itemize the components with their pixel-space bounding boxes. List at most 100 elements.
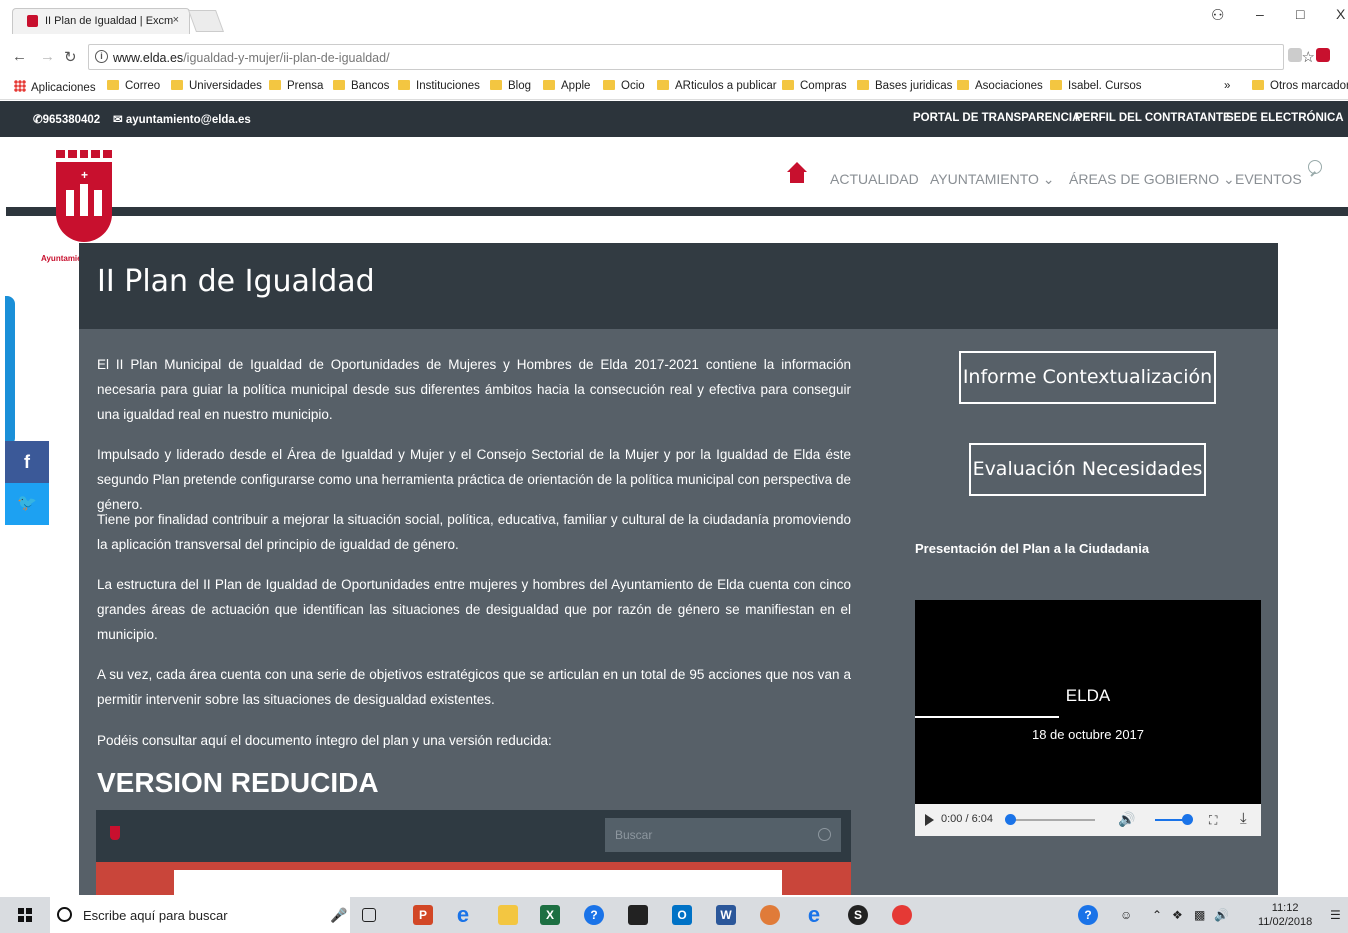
site-top-bar: ✆965380402 ✉ ayuntamiento@elda.es PORTAL… <box>0 101 1348 137</box>
home-icon[interactable] <box>787 162 807 184</box>
browser-tab[interactable]: II Plan de Igualdad | Excm × <box>12 8 190 34</box>
nav-areas-gobierno[interactable]: ÁREAS DE GOBIERNO ⌄ <box>1069 171 1235 188</box>
video-progress-handle[interactable] <box>1005 814 1016 825</box>
e-office-link[interactable]: SEDE ELECTRÓNICA <box>1226 112 1344 124</box>
microphone-icon[interactable]: 🎤 <box>330 907 347 924</box>
bookmark-item[interactable]: Correo <box>107 80 160 92</box>
email-link[interactable]: ✉ ayuntamiento@elda.es <box>113 112 251 126</box>
notifications-icon[interactable]: ☰ <box>1330 908 1341 922</box>
outlook-icon[interactable]: O <box>672 905 692 925</box>
informe-contextualizacion-button[interactable]: Informe Contextualización <box>959 351 1216 404</box>
bookmark-item[interactable]: Ocio <box>603 80 645 92</box>
other-bookmarks[interactable]: Otros marcadores <box>1252 80 1348 92</box>
browser-toolbar: ← → ↻ i www.elda.es/igualdad-y-mujer/ii-… <box>0 40 1348 74</box>
excel-icon[interactable]: X <box>540 905 560 925</box>
edge-icon[interactable]: e <box>453 904 473 926</box>
volume-icon[interactable]: 🔊 <box>1118 811 1135 828</box>
transparency-portal-link[interactable]: PORTAL DE TRANSPARENCIA <box>913 112 1080 124</box>
video-time: 0:00 / 6:04 <box>941 813 993 825</box>
paragraph: Podéis consultar aquí el documento ínteg… <box>97 733 552 748</box>
help-tray-icon[interactable]: ? <box>1078 905 1098 925</box>
back-icon[interactable]: ← <box>12 48 27 65</box>
viewer-search-icon[interactable] <box>818 828 831 841</box>
bookmark-apps[interactable]: Aplicaciones <box>14 80 96 94</box>
contractor-profile-link[interactable]: PERFIL DEL CONTRATANTE <box>1075 112 1231 124</box>
browser-tabstrip: II Plan de Igualdad | Excm × ⚇ – □ X <box>0 0 1348 40</box>
viewer-search-input[interactable]: Buscar <box>605 818 841 852</box>
tab-title: II Plan de Igualdad | Excm <box>45 15 174 27</box>
twitter-share-button[interactable]: 🐦 <box>5 483 49 525</box>
windows-start-icon[interactable] <box>18 908 32 922</box>
video-player[interactable]: ELDA 18 de octubre 2017 0:00 / 6:04 🔊 ⛶ … <box>915 600 1261 836</box>
maximize-button[interactable]: □ <box>1296 6 1304 22</box>
bookmark-item[interactable]: Compras <box>782 80 847 92</box>
document-viewer[interactable]: Buscar <box>96 810 851 895</box>
logo-shield-icon: + <box>56 162 112 242</box>
help-icon[interactable]: ? <box>584 905 604 925</box>
bookmark-item[interactable]: Prensa <box>269 80 323 92</box>
volume-handle[interactable] <box>1182 814 1193 825</box>
share-toggle-tab[interactable] <box>5 296 15 446</box>
address-bar[interactable]: i www.elda.es/igualdad-y-mujer/ii-plan-d… <box>88 44 1315 70</box>
bookmark-item[interactable]: Universidades <box>171 80 262 92</box>
fullscreen-icon[interactable]: ⛶ <box>1209 813 1217 828</box>
folder-icon <box>107 80 119 90</box>
play-icon[interactable] <box>925 814 934 826</box>
bookmark-item[interactable]: Bancos <box>333 80 389 92</box>
site-logo[interactable]: + <box>56 150 112 245</box>
network-icon[interactable]: ▩ <box>1194 908 1205 922</box>
skype-icon[interactable]: S <box>848 905 868 925</box>
file-explorer-icon[interactable] <box>498 905 518 925</box>
tray-overflow-icon[interactable]: ⌃ <box>1152 908 1162 922</box>
folder-icon <box>1050 80 1062 90</box>
extension-shield-icon[interactable] <box>1316 48 1330 62</box>
bookmark-item[interactable]: Isabel. Cursos <box>1050 80 1142 92</box>
close-window-button[interactable]: X <box>1336 6 1345 22</box>
facebook-share-button[interactable]: f <box>5 441 49 483</box>
store-icon[interactable] <box>628 905 648 925</box>
powerpoint-icon[interactable]: P <box>413 905 433 925</box>
bookmark-item[interactable]: Blog <box>490 80 531 92</box>
video-title: ELDA <box>1065 686 1111 705</box>
bookmark-item[interactable]: ARticulos a publicar <box>657 80 777 92</box>
folder-icon <box>957 80 969 90</box>
volume-tray-icon[interactable]: 🔊 <box>1214 908 1229 922</box>
reload-icon[interactable]: ↻ <box>64 48 77 66</box>
bookmark-item[interactable]: Bases juridicas <box>857 80 952 92</box>
bookmark-item[interactable]: Instituciones <box>398 80 480 92</box>
nav-eventos[interactable]: EVENTOS <box>1235 171 1302 187</box>
chrome-icon[interactable] <box>892 905 912 925</box>
info-icon[interactable]: i <box>95 50 108 63</box>
taskbar-search-input[interactable]: Escribe aquí para buscar 🎤 <box>50 897 350 933</box>
bookmark-item[interactable]: Apple <box>543 80 590 92</box>
phone-link[interactable]: ✆965380402 <box>33 112 100 126</box>
video-caption: Presentación del Plan a la Ciudadania <box>915 541 1150 556</box>
search-icon[interactable] <box>1308 160 1322 174</box>
word-icon[interactable]: W <box>716 905 736 925</box>
paint-icon[interactable] <box>760 905 780 925</box>
paragraph: La estructura del II Plan de Igualdad de… <box>97 577 851 642</box>
minimize-button[interactable]: – <box>1256 6 1264 22</box>
tab-close-icon[interactable]: × <box>173 14 179 26</box>
download-icon[interactable]: ⤓ <box>1240 810 1247 827</box>
nav-ayuntamiento[interactable]: AYUNTAMIENTO ⌄ <box>930 171 1055 188</box>
task-view-icon[interactable] <box>362 908 376 922</box>
header-divider <box>6 207 1348 216</box>
people-icon[interactable]: ☺ <box>1120 908 1132 922</box>
new-tab-button[interactable] <box>187 10 225 32</box>
video-progress-bar[interactable] <box>1009 819 1095 821</box>
system-clock[interactable]: 11:12 11/02/2018 <box>1258 901 1312 929</box>
extension-icon[interactable] <box>1288 48 1302 62</box>
evaluacion-necesidades-button[interactable]: Evaluación Necesidades <box>969 443 1206 496</box>
forward-icon[interactable]: → <box>40 48 55 65</box>
video-title-underline <box>915 716 1059 718</box>
bookmark-star-icon[interactable]: ☆ <box>1302 48 1315 66</box>
bookmarks-overflow-button[interactable]: » <box>1224 80 1230 92</box>
profile-icon[interactable]: ⚇ <box>1211 6 1224 24</box>
nav-actualidad[interactable]: ACTUALIDAD <box>830 171 919 187</box>
apps-grid-icon <box>14 80 26 92</box>
bookmark-item[interactable]: Asociaciones <box>957 80 1043 92</box>
windows-taskbar: Escribe aquí para buscar 🎤 P e X ? O W e… <box>0 897 1348 933</box>
dropbox-icon[interactable]: ❖ <box>1172 908 1183 922</box>
internet-explorer-icon[interactable]: e <box>804 904 824 926</box>
